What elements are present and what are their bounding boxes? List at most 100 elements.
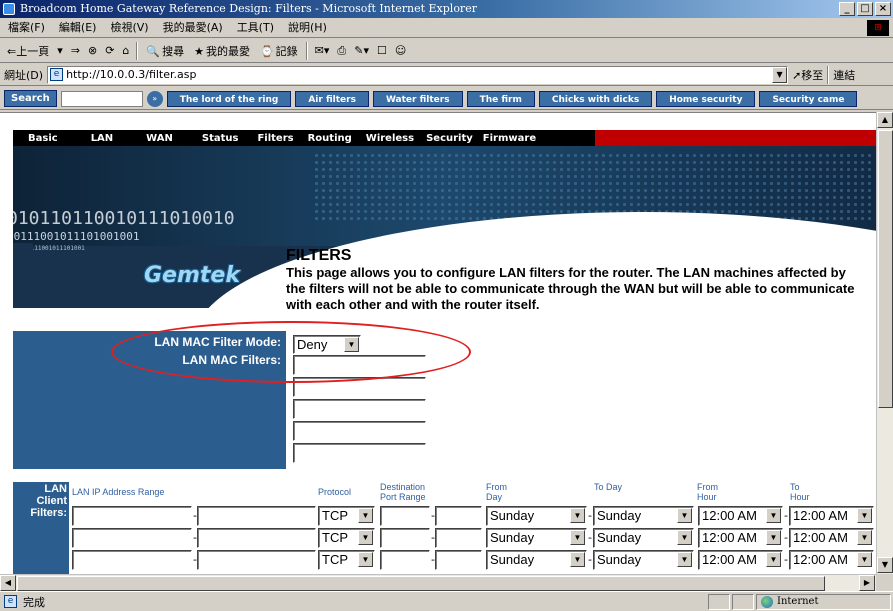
close-button[interactable]: × [875, 2, 891, 16]
to-hour-select[interactable]: 12:00 AM ▼ [789, 528, 874, 548]
ip-start-input[interactable] [72, 528, 192, 548]
chevron-down-icon[interactable]: ▼ [857, 530, 872, 545]
minimize-button[interactable]: _ [839, 2, 855, 16]
port-start-input[interactable] [380, 506, 430, 526]
nav-lan[interactable]: LAN [88, 133, 116, 144]
history-button[interactable]: ⌚ 記錄 [258, 43, 300, 59]
nav-routing[interactable]: Routing [305, 133, 355, 144]
search-go-icon[interactable]: » [146, 90, 163, 107]
mac-filter-input-3[interactable] [293, 399, 426, 419]
link-button-1[interactable]: The lord of the ring [166, 90, 292, 107]
messenger-icon[interactable]: ☺ [394, 44, 407, 57]
chevron-down-icon[interactable]: ▼ [766, 530, 781, 545]
scroll-up-icon[interactable]: ▲ [877, 112, 893, 128]
nav-basic[interactable]: Basic [25, 133, 61, 144]
protocol-select[interactable]: TCP ▼ [318, 528, 375, 548]
go-button[interactable]: ➚移至 [792, 67, 823, 83]
to-day-select[interactable]: Sunday ▼ [593, 506, 694, 526]
home-button[interactable]: ⌂ [121, 44, 130, 57]
chevron-down-icon[interactable]: ▼ [677, 508, 692, 523]
links-label[interactable]: 連結 [833, 67, 855, 83]
scroll-right-icon[interactable]: ▶ [859, 575, 875, 591]
chevron-down-icon[interactable]: ▼ [570, 552, 585, 567]
protocol-select[interactable]: TCP ▼ [318, 506, 375, 526]
ip-end-input[interactable] [197, 550, 316, 570]
vertical-scroll-thumb[interactable] [878, 130, 893, 408]
chevron-down-icon[interactable]: ▼ [358, 508, 373, 523]
search-button[interactable]: 🔍 搜尋 [144, 43, 186, 59]
discuss-icon[interactable]: ☐ [376, 44, 388, 57]
link-button-5[interactable]: Chicks with dicks [538, 90, 653, 107]
from-hour-select[interactable]: 12:00 AM ▼ [698, 528, 783, 548]
toolbar-search-input[interactable] [60, 90, 143, 107]
port-end-input[interactable] [435, 550, 482, 570]
chevron-down-icon[interactable]: ▼ [766, 508, 781, 523]
mail-icon[interactable]: ✉▾ [314, 44, 331, 57]
link-button-6[interactable]: Home security [656, 90, 756, 107]
protocol-select[interactable]: TCP ▼ [318, 550, 375, 570]
from-day-select[interactable]: Sunday ▼ [486, 506, 587, 526]
chevron-down-icon[interactable]: ▼ [570, 530, 585, 545]
menu-help[interactable]: 說明(H) [286, 18, 329, 37]
chevron-down-icon[interactable]: ▼ [358, 530, 373, 545]
port-start-input[interactable] [380, 550, 430, 570]
address-dropdown-icon[interactable]: ▼ [772, 66, 788, 83]
menu-file[interactable]: 檔案(F) [6, 18, 47, 37]
address-input[interactable]: e http://10.0.0.3/filter.asp ▼ [47, 65, 789, 84]
chevron-down-icon[interactable]: ▼ [570, 508, 585, 523]
from-day-select[interactable]: Sunday ▼ [486, 550, 587, 570]
ip-end-input[interactable] [197, 506, 316, 526]
chevron-down-icon[interactable]: ▼ [358, 552, 373, 567]
menu-edit[interactable]: 編輯(E) [57, 18, 99, 37]
scroll-down-icon[interactable]: ▼ [877, 557, 893, 573]
link-button-7[interactable]: Security came [759, 90, 858, 107]
horizontal-scroll-thumb[interactable] [17, 576, 825, 591]
from-day-select[interactable]: Sunday ▼ [486, 528, 587, 548]
link-button-2[interactable]: Air filters [295, 90, 369, 107]
chevron-down-icon[interactable]: ▼ [677, 530, 692, 545]
nav-security[interactable]: Security [423, 133, 476, 144]
link-button-4[interactable]: The firm [466, 90, 535, 107]
vertical-scrollbar[interactable]: ▲ ▼ [876, 112, 893, 574]
port-end-input[interactable] [435, 528, 482, 548]
mac-filter-input-5[interactable] [293, 443, 426, 463]
to-day-select[interactable]: Sunday ▼ [593, 550, 694, 570]
stop-button[interactable]: ⊗ [87, 44, 98, 57]
menu-view[interactable]: 檢視(V) [108, 18, 150, 37]
link-button-3[interactable]: Water filters [372, 90, 463, 107]
port-start-input[interactable] [380, 528, 430, 548]
nav-firmware[interactable]: Firmware [480, 133, 539, 144]
ip-start-input[interactable] [72, 506, 192, 526]
nav-wan[interactable]: WAN [143, 133, 176, 144]
chevron-down-icon[interactable]: ▼ [766, 552, 781, 567]
back-button[interactable]: ⇐上一頁 [6, 43, 50, 59]
to-hour-select[interactable]: 12:00 AM ▼ [789, 550, 874, 570]
to-hour-select[interactable]: 12:00 AM ▼ [789, 506, 874, 526]
from-hour-select[interactable]: 12:00 AM ▼ [698, 550, 783, 570]
print-icon[interactable]: ⎙ [336, 44, 347, 58]
to-day-select[interactable]: Sunday ▼ [593, 528, 694, 548]
chevron-down-icon[interactable]: ▼ [857, 552, 872, 567]
from-hour-select[interactable]: 12:00 AM ▼ [698, 506, 783, 526]
menu-favorites[interactable]: 我的最愛(A) [161, 18, 225, 37]
refresh-button[interactable]: ⟳ [104, 44, 115, 57]
chevron-down-icon[interactable]: ▼ [857, 508, 872, 523]
page-icon: e [50, 68, 64, 81]
scroll-left-icon[interactable]: ◀ [0, 575, 16, 591]
window-title-bar[interactable]: Broadcom Home Gateway Reference Design: … [0, 0, 893, 18]
chevron-down-icon[interactable]: ▼ [677, 552, 692, 567]
menu-tools[interactable]: 工具(T) [235, 18, 276, 37]
mac-filter-input-4[interactable] [293, 421, 426, 441]
favorites-button[interactable]: ★ 我的最愛 [192, 43, 252, 59]
forward-button[interactable]: ⇒ [70, 44, 81, 57]
back-dropdown-icon[interactable]: ▾ [56, 44, 64, 57]
maximize-button[interactable]: □ [857, 2, 873, 16]
horizontal-scrollbar[interactable]: ◀ ▶ [0, 574, 876, 591]
ip-end-input[interactable] [197, 528, 316, 548]
edit-icon[interactable]: ✎▾ [353, 44, 370, 57]
port-end-input[interactable] [435, 506, 482, 526]
nav-filters[interactable]: Filters [254, 133, 296, 144]
ip-start-input[interactable] [72, 550, 192, 570]
nav-status[interactable]: Status [199, 133, 242, 144]
nav-wireless[interactable]: Wireless [363, 133, 417, 144]
